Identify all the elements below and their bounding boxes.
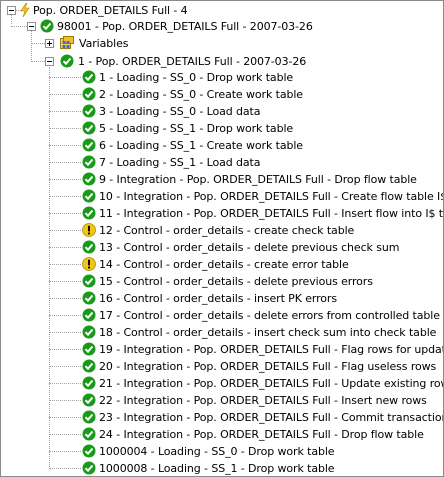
green-check-icon: [82, 291, 96, 305]
green-check-icon: [82, 172, 96, 186]
collapse-toggle[interactable]: [7, 6, 16, 15]
tree-node-step[interactable]: 1 - Pop. ORDER_DETAILS Full - 2007-03-26: [1, 53, 443, 70]
lightning-icon: [20, 3, 30, 17]
tree-node-session[interactable]: 98001 - Pop. ORDER_DETAILS Full - 2007-0…: [1, 18, 443, 35]
green-check-icon: [82, 342, 96, 356]
tree-node-task[interactable]: 17 - Control - order_details - delete er…: [1, 307, 443, 324]
green-check-icon: [82, 444, 96, 458]
green-check-icon: [82, 461, 96, 475]
root-label: Pop. ORDER_DETAILS Full - 4: [33, 4, 188, 17]
task-label: 12 - Control - order_details - create ch…: [99, 224, 355, 237]
green-check-icon: [82, 376, 96, 390]
tree-node-task[interactable]: 23 - Integration - Pop. ORDER_DETAILS Fu…: [1, 409, 443, 426]
green-check-icon: [82, 206, 96, 220]
green-check-icon: [82, 359, 96, 373]
tree-node-task[interactable]: 9 - Integration - Pop. ORDER_DETAILS Ful…: [1, 171, 443, 188]
green-check-icon: [82, 410, 96, 424]
task-label: 10 - Integration - Pop. ORDER_DETAILS Fu…: [99, 190, 444, 203]
tree-node-task[interactable]: 13 - Control - order_details - delete pr…: [1, 239, 443, 256]
execution-tree-panel: Pop. ORDER_DETAILS Full - 4 98001 - Pop.…: [0, 0, 444, 477]
tree-node-task[interactable]: 22 - Integration - Pop. ORDER_DETAILS Fu…: [1, 392, 443, 409]
green-check-icon: [82, 274, 96, 288]
green-check-icon: [82, 121, 96, 135]
green-check-icon: [82, 308, 96, 322]
tree-node-task[interactable]: 3 - Loading - SS_0 - Load data: [1, 103, 443, 120]
tree-node-task[interactable]: 20 - Integration - Pop. ORDER_DETAILS Fu…: [1, 358, 443, 375]
task-label: 11 - Integration - Pop. ORDER_DETAILS Fu…: [99, 207, 444, 220]
tree-node-task[interactable]: 21 - Integration - Pop. ORDER_DETAILS Fu…: [1, 375, 443, 392]
task-label: 9 - Integration - Pop. ORDER_DETAILS Ful…: [99, 173, 417, 186]
green-check-icon: [60, 54, 74, 68]
task-label: 1 - Loading - SS_0 - Drop work table: [99, 71, 294, 84]
task-label: 17 - Control - order_details - delete er…: [99, 309, 440, 322]
task-label: 21 - Integration - Pop. ORDER_DETAILS Fu…: [99, 377, 444, 390]
tree-node-task[interactable]: 18 - Control - order_details - insert ch…: [1, 324, 443, 341]
tree-node-task[interactable]: 7 - Loading - SS_1 - Load data: [1, 154, 443, 171]
task-label: 13 - Control - order_details - delete pr…: [99, 241, 400, 254]
green-check-icon: [40, 19, 54, 33]
tree-node-variables[interactable]: Variables: [1, 35, 443, 52]
task-label: 15 - Control - order_details - delete pr…: [99, 275, 373, 288]
tree-node-task[interactable]: 24 - Integration - Pop. ORDER_DETAILS Fu…: [1, 426, 443, 443]
tree-node-task[interactable]: 14 - Control - order_details - create er…: [1, 256, 443, 273]
collapse-toggle[interactable]: [45, 57, 54, 66]
tree-node-task[interactable]: 10 - Integration - Pop. ORDER_DETAILS Fu…: [1, 188, 443, 205]
task-label: 7 - Loading - SS_1 - Load data: [99, 156, 261, 169]
tree-node-task[interactable]: 1000008 - Loading - SS_1 - Drop work tab…: [1, 460, 443, 476]
step-label: 1 - Pop. ORDER_DETAILS Full - 2007-03-26: [78, 55, 307, 68]
green-check-icon: [82, 87, 96, 101]
tree-node-task[interactable]: 6 - Loading - SS_1 - Create work table: [1, 137, 443, 154]
tree-node-task[interactable]: 19 - Integration - Pop. ORDER_DETAILS Fu…: [1, 341, 443, 358]
task-label: 20 - Integration - Pop. ORDER_DETAILS Fu…: [99, 360, 437, 373]
tree-node-task[interactable]: 2 - Loading - SS_0 - Create work table: [1, 86, 443, 103]
tree-node-task[interactable]: 11 - Integration - Pop. ORDER_DETAILS Fu…: [1, 205, 443, 222]
green-check-icon: [82, 427, 96, 441]
task-label: 19 - Integration - Pop. ORDER_DETAILS Fu…: [99, 343, 444, 356]
session-label: 98001 - Pop. ORDER_DETAILS Full - 2007-0…: [57, 20, 313, 33]
green-check-icon: [82, 104, 96, 118]
green-check-icon: [82, 189, 96, 203]
expand-toggle[interactable]: [45, 39, 54, 48]
tree-node-task[interactable]: 5 - Loading - SS_1 - Drop work table: [1, 120, 443, 137]
tree-node-task[interactable]: 16 - Control - order_details - insert PK…: [1, 290, 443, 307]
task-label: 22 - Integration - Pop. ORDER_DETAILS Fu…: [99, 394, 427, 407]
green-check-icon: [82, 155, 96, 169]
yellow-warning-icon: [82, 223, 96, 237]
task-label: 2 - Loading - SS_0 - Create work table: [99, 88, 303, 101]
tree-node-task[interactable]: 1 - Loading - SS_0 - Drop work table: [1, 69, 443, 86]
variables-label: Variables: [79, 37, 129, 50]
task-label: 14 - Control - order_details - create er…: [99, 258, 349, 271]
green-check-icon: [82, 325, 96, 339]
task-label: 23 - Integration - Pop. ORDER_DETAILS Fu…: [99, 411, 444, 424]
green-check-icon: [82, 70, 96, 84]
green-check-icon: [82, 138, 96, 152]
green-check-icon: [82, 393, 96, 407]
task-label: 1000004 - Loading - SS_0 - Drop work tab…: [99, 445, 335, 458]
green-check-icon: [82, 240, 96, 254]
task-label: 1000008 - Loading - SS_1 - Drop work tab…: [99, 462, 335, 475]
tree-node-task[interactable]: 1000004 - Loading - SS_0 - Drop work tab…: [1, 443, 443, 460]
yellow-warning-icon: [82, 257, 96, 271]
tree-node-root[interactable]: Pop. ORDER_DETAILS Full - 4: [1, 2, 443, 19]
task-label: 3 - Loading - SS_0 - Load data: [99, 105, 261, 118]
variables-icon: [60, 36, 74, 49]
task-label: 24 - Integration - Pop. ORDER_DETAILS Fu…: [99, 428, 424, 441]
task-label: 16 - Control - order_details - insert PK…: [99, 292, 337, 305]
tree-node-task[interactable]: 12 - Control - order_details - create ch…: [1, 222, 443, 239]
task-label: 5 - Loading - SS_1 - Drop work table: [99, 122, 294, 135]
task-label: 18 - Control - order_details - insert ch…: [99, 326, 437, 339]
collapse-toggle[interactable]: [27, 22, 36, 31]
task-label: 6 - Loading - SS_1 - Create work table: [99, 139, 303, 152]
tree-node-task[interactable]: 15 - Control - order_details - delete pr…: [1, 273, 443, 290]
